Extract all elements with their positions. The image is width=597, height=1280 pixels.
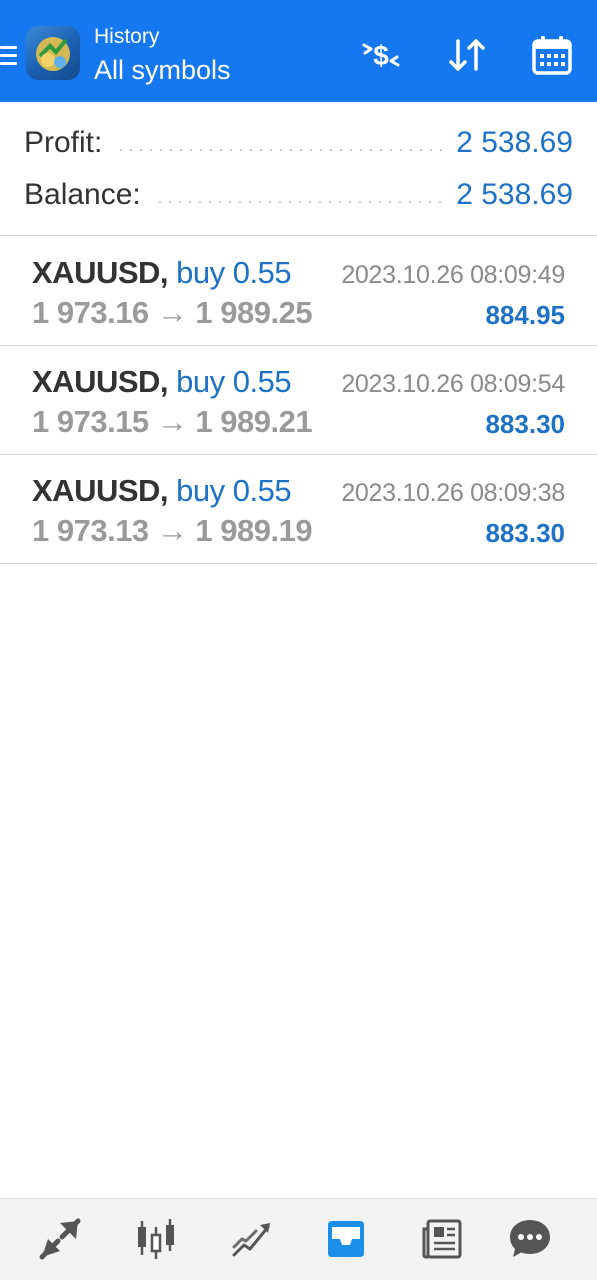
balance-value: 2 538.69 — [456, 178, 573, 211]
deal-profit: 883.30 — [485, 409, 565, 439]
deal-direction: buy 0.55 — [176, 364, 292, 399]
deal-direction: buy 0.55 — [176, 473, 292, 508]
balance-label: Balance: — [24, 178, 141, 211]
chat-bubble-icon — [510, 1220, 550, 1257]
deal-time: 2023.10.26 08:09:54 — [341, 370, 565, 398]
profit-label: Profit: — [24, 126, 103, 159]
arrow-icon: → — [156, 295, 188, 330]
menu-icon[interactable] — [0, 42, 18, 70]
candlestick-icon — [138, 1219, 174, 1259]
app-logo-icon — [26, 26, 80, 80]
quotes-arrows-icon — [39, 1218, 81, 1260]
profit-value: 2 538.69 — [456, 126, 573, 159]
deal-time: 2023.10.26 08:09:38 — [341, 479, 565, 507]
nav-quotes[interactable] — [36, 1217, 84, 1261]
deal-open-price: 1 973.15 — [32, 404, 149, 439]
profit-row: Profit: 2 538.69 — [24, 123, 573, 163]
bottom-navigation — [0, 1198, 597, 1280]
deal-symbol: XAUUSD, — [32, 473, 169, 508]
calendar-icon — [532, 36, 572, 75]
deposit-filter-button[interactable]: $ — [359, 33, 403, 77]
deal-symbol: XAUUSD, — [32, 364, 169, 399]
deal-profit: 883.30 — [485, 518, 565, 548]
nav-history[interactable] — [322, 1217, 370, 1261]
nav-messages[interactable] — [506, 1217, 554, 1261]
trend-lines-icon — [232, 1223, 270, 1257]
deal-close-price: 1 989.19 — [195, 513, 313, 548]
arrow-icon: → — [156, 513, 188, 548]
deal-close-price: 1 989.21 — [195, 404, 313, 439]
app-bar: History All symbols $ — [0, 0, 597, 102]
arrow-icon: → — [156, 404, 188, 439]
deal-direction: buy 0.55 — [176, 255, 292, 290]
deal-close-price: 1 989.25 — [195, 295, 313, 330]
calendar-button[interactable] — [530, 33, 574, 77]
deal-row[interactable]: XAUUSD, buy 0.55 1 973.16 → 1 989.25 202… — [0, 237, 597, 346]
deal-open-price: 1 973.13 — [32, 513, 149, 548]
sort-button[interactable] — [445, 33, 489, 77]
newspaper-icon — [422, 1219, 462, 1259]
svg-text:$: $ — [373, 40, 389, 71]
title-block: History All symbols — [94, 24, 231, 88]
deal-symbol: XAUUSD, — [32, 255, 169, 290]
nav-trade[interactable] — [228, 1217, 276, 1261]
deal-profit: 884.95 — [485, 300, 565, 330]
balance-row: Balance: 2 538.69 — [24, 175, 573, 215]
sort-arrows-icon — [449, 39, 485, 71]
inbox-icon — [328, 1221, 364, 1257]
deal-time: 2023.10.26 08:09:49 — [341, 261, 565, 289]
deal-row[interactable]: XAUUSD, buy 0.55 1 973.13 → 1 989.19 202… — [0, 455, 597, 564]
dotted-leader — [116, 149, 443, 151]
nav-news[interactable] — [418, 1217, 466, 1261]
symbol-filter[interactable]: All symbols — [94, 52, 231, 88]
page-title: History — [94, 25, 160, 48]
deal-open-price: 1 973.16 — [32, 295, 149, 330]
deal-row[interactable]: XAUUSD, buy 0.55 1 973.15 → 1 989.21 202… — [0, 346, 597, 455]
nav-chart[interactable] — [132, 1217, 180, 1261]
summary-panel: Profit: 2 538.69 Balance: 2 538.69 — [0, 102, 597, 236]
dollar-transfer-icon: $ — [362, 40, 400, 71]
dotted-leader — [154, 201, 443, 203]
